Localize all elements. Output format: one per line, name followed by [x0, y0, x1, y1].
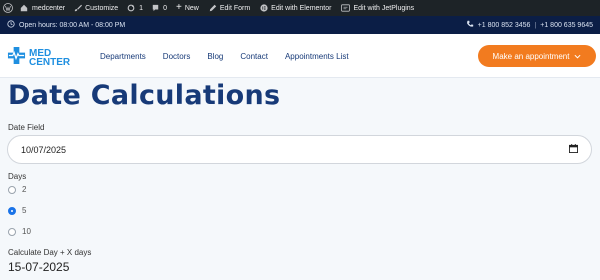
day-option-label: 10	[22, 227, 31, 236]
wordpress-logo-icon[interactable]	[0, 0, 16, 16]
days-label: Days	[8, 172, 27, 181]
brush-icon	[74, 4, 83, 12]
comment-icon	[152, 4, 159, 12]
calc-label: Calculate Day + X days	[8, 248, 92, 257]
nav-appointments-list[interactable]: Appointments List	[285, 52, 349, 61]
nav-doctors[interactable]: Doctors	[163, 52, 191, 61]
phone-numbers: +1 800 852 3456 | +1 800 635 9645	[466, 16, 593, 34]
phone-2[interactable]: +1 800 635 9645	[540, 22, 593, 29]
new-label: New	[184, 4, 199, 12]
customize-link[interactable]: Customize	[74, 0, 118, 16]
page-title: Date Calculations	[8, 80, 281, 111]
radio-button-checked[interactable]	[8, 206, 16, 215]
phone-1[interactable]: +1 800 852 3456	[478, 22, 531, 29]
elementor-icon	[260, 4, 268, 12]
hours-text: Open hours: 08:00 AM - 08:00 PM	[19, 21, 126, 29]
day-option-label: 2	[22, 185, 27, 194]
make-appointment-button[interactable]: Make an appointment	[478, 45, 596, 67]
day-option-2[interactable]: 2	[8, 185, 26, 194]
phone-icon	[466, 20, 474, 30]
pencil-icon	[209, 4, 217, 12]
site-logo[interactable]: MED CENTER	[7, 46, 70, 70]
calendar-icon[interactable]	[569, 144, 578, 155]
nav-departments[interactable]: Departments	[100, 52, 146, 61]
calc-result: 15-07-2025	[8, 260, 70, 274]
edit-form-link[interactable]: Edit Form	[209, 0, 250, 16]
clock-icon	[7, 20, 15, 30]
radio-button[interactable]	[8, 185, 16, 194]
day-option-5[interactable]: 5	[8, 206, 26, 215]
comments-link[interactable]: 0	[152, 0, 167, 16]
day-option-10[interactable]: 10	[8, 227, 31, 236]
admin-bar-site[interactable]: medcenter	[20, 0, 65, 16]
updates-count: 1	[139, 4, 144, 12]
info-bar: Open hours: 08:00 AM - 08:00 PM +1 800 8…	[0, 16, 600, 34]
admin-bar: medcenter Customize 1 0 + New Edit Form …	[0, 0, 600, 16]
medical-cross-icon	[7, 46, 26, 70]
date-field-input[interactable]: 10/07/2025	[7, 135, 592, 164]
updates-link[interactable]: 1	[127, 0, 143, 16]
jetplugins-icon	[341, 4, 351, 12]
edit-jet-link[interactable]: Edit with JetPlugins	[341, 0, 414, 16]
main-nav: Departments Doctors Blog Contact Appoint…	[100, 34, 366, 78]
chevron-down-icon	[574, 52, 581, 61]
logo-text-center: CENTER	[29, 57, 71, 68]
date-field-label: Date Field	[8, 123, 45, 132]
cta-label: Make an appointment	[492, 51, 570, 61]
plus-icon: +	[175, 2, 182, 13]
edit-form-label: Edit Form	[219, 4, 251, 12]
home-icon	[20, 4, 28, 12]
nav-blog[interactable]: Blog	[207, 52, 223, 61]
date-field-value: 10/07/2025	[21, 144, 67, 155]
edit-elementor-link[interactable]: Edit with Elementor	[260, 0, 331, 16]
site-name: medcenter	[32, 4, 66, 12]
phone-separator: |	[534, 21, 537, 29]
comments-count: 0	[163, 4, 167, 12]
updates-icon	[127, 4, 135, 12]
edit-jet-label: Edit with JetPlugins	[353, 4, 415, 12]
day-option-label: 5	[22, 206, 27, 215]
site-header: MED CENTER Departments Doctors Blog Cont…	[0, 34, 600, 78]
new-content-link[interactable]: + New	[176, 0, 199, 16]
radio-button[interactable]	[8, 227, 16, 236]
nav-contact[interactable]: Contact	[240, 52, 268, 61]
opening-hours: Open hours: 08:00 AM - 08:00 PM	[7, 16, 125, 34]
edit-elementor-label: Edit with Elementor	[271, 4, 332, 12]
customize-label: Customize	[85, 4, 119, 12]
